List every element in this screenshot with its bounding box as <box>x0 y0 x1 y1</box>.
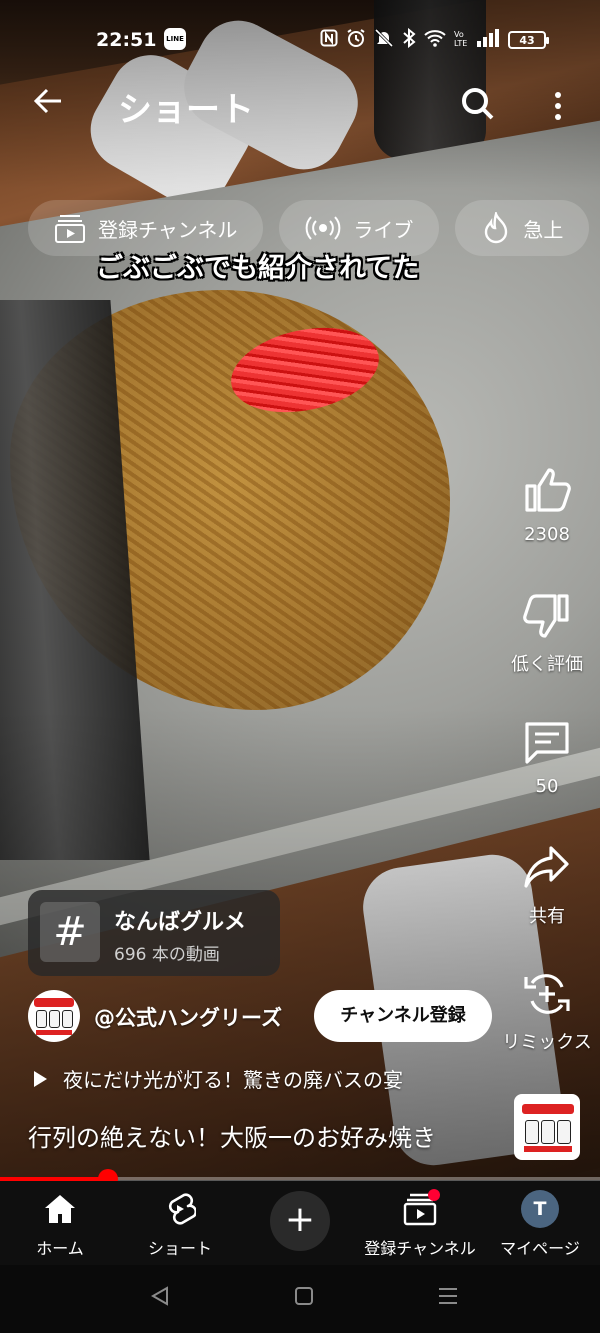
dislike-button[interactable]: 低く評価 <box>498 588 596 676</box>
volte-icon: Vo LTE <box>454 28 468 53</box>
logo-banner <box>34 998 74 1007</box>
comment-count: 50 <box>535 776 559 797</box>
alarm-icon <box>346 28 366 53</box>
chip-label: 急上 <box>523 217 564 242</box>
status-bar: 22:51 LINE Vo LTE 43 <box>0 22 600 58</box>
comment-icon <box>525 722 569 764</box>
nav-shorts[interactable]: ショート <box>120 1189 240 1259</box>
hashtag-card[interactable]: # なんばグルメ 696 本の動画 <box>28 890 280 976</box>
channel-row: @公式ハングリーズ チャンネル登録 <box>28 990 508 1042</box>
back-arrow-icon <box>33 88 61 114</box>
chip-label: 登録チャンネル <box>98 217 238 242</box>
bluetooth-icon <box>402 27 416 53</box>
logo-character <box>525 1120 539 1144</box>
battery-icon: 43 <box>508 31 549 49</box>
nav-label: 登録チャンネル <box>364 1239 476 1258</box>
dislike-label: 低く評価 <box>511 654 583 675</box>
thumbs-up-icon <box>525 468 571 512</box>
remix-label: リミックス <box>502 1032 592 1053</box>
system-navigation-bar <box>0 1265 600 1333</box>
chip-label: ライブ <box>353 217 414 242</box>
page-title: ショート <box>118 90 254 130</box>
system-back-button[interactable] <box>140 1285 180 1315</box>
more-vert-dot <box>555 103 561 109</box>
hashtag-icon: # <box>40 902 100 962</box>
hashtag-video-count: 696 本の動画 <box>114 945 220 965</box>
video-caption-text: ごぶごぶでも紹介されてた <box>96 253 420 284</box>
status-time: 22:51 <box>96 29 157 51</box>
nav-mypage[interactable]: T マイページ <box>480 1189 600 1259</box>
square-home-icon <box>295 1287 313 1305</box>
search-button[interactable] <box>458 84 502 128</box>
more-vert-icon <box>555 92 561 98</box>
nav-label: ショート <box>147 1239 212 1258</box>
logo-base <box>36 1030 72 1035</box>
nav-label: マイページ <box>500 1239 580 1258</box>
mute-icon <box>374 28 394 53</box>
logo-character <box>36 1010 47 1028</box>
thumbs-down-icon <box>523 594 569 638</box>
play-icon <box>34 1070 47 1087</box>
shorts-header: ショート <box>0 76 600 136</box>
more-vert-dot <box>555 114 561 120</box>
sound-thumbnail[interactable] <box>514 1094 580 1160</box>
svg-text:LTE: LTE <box>454 39 467 48</box>
more-options-button[interactable] <box>540 84 576 128</box>
system-recents-button[interactable] <box>428 1285 468 1315</box>
notification-dot <box>428 1189 440 1201</box>
system-home-button[interactable] <box>284 1285 324 1315</box>
share-label: 共有 <box>529 906 565 927</box>
related-video-title: 夜にだけ光が灯る！驚きの廃バスの宴 <box>63 1068 403 1092</box>
search-icon <box>462 88 494 120</box>
video-title[interactable]: 行列の絶えない！大阪一のお好み焼き <box>28 1118 436 1153</box>
like-button[interactable]: 2308 <box>498 462 596 545</box>
remix-button[interactable]: リミックス <box>498 966 596 1054</box>
signal-icon <box>476 28 500 52</box>
share-icon <box>524 846 569 888</box>
wifi-icon <box>424 29 446 52</box>
shorts-icon <box>168 1193 196 1225</box>
logo-character <box>49 1010 60 1028</box>
nav-subscriptions[interactable]: 登録チャンネル <box>360 1189 480 1259</box>
nav-label: ホーム <box>36 1239 84 1258</box>
comments-button[interactable]: 50 <box>498 714 596 797</box>
subscriptions-icon <box>55 215 85 243</box>
logo-character <box>557 1120 571 1144</box>
logo-character <box>62 1010 73 1028</box>
chip-trending[interactable]: 急上 <box>455 200 590 256</box>
svg-text:Vo: Vo <box>454 30 464 39</box>
like-count: 2308 <box>524 524 570 545</box>
logo-character <box>541 1120 555 1144</box>
logo-banner <box>522 1104 574 1114</box>
logo-base <box>524 1146 572 1152</box>
related-video-link[interactable]: 夜にだけ光が灯る！驚きの廃バスの宴 <box>34 1064 403 1093</box>
remix-icon <box>524 974 570 1014</box>
nav-home[interactable]: ホーム <box>0 1189 120 1259</box>
back-button[interactable] <box>26 84 70 128</box>
create-button[interactable]: + <box>270 1191 330 1251</box>
trending-icon <box>485 212 508 244</box>
share-button[interactable]: 共有 <box>498 840 596 928</box>
channel-name[interactable]: @公式ハングリーズ <box>94 1002 282 1032</box>
home-icon <box>45 1195 75 1223</box>
line-app-icon: LINE <box>164 28 186 50</box>
menu-recents-icon <box>439 1288 457 1304</box>
subscribe-button[interactable]: チャンネル登録 <box>314 990 492 1042</box>
channel-avatar[interactable] <box>28 990 80 1042</box>
user-avatar: T <box>521 1190 559 1228</box>
live-icon <box>306 216 341 240</box>
status-icons: Vo LTE 43 <box>320 27 549 53</box>
hashtag-title: なんばグルメ <box>114 910 247 935</box>
triangle-back-icon <box>150 1286 168 1306</box>
bottom-navigation: ホーム ショート + 登録チャンネル T マイページ <box>0 1181 600 1265</box>
nfc-icon <box>320 29 338 52</box>
